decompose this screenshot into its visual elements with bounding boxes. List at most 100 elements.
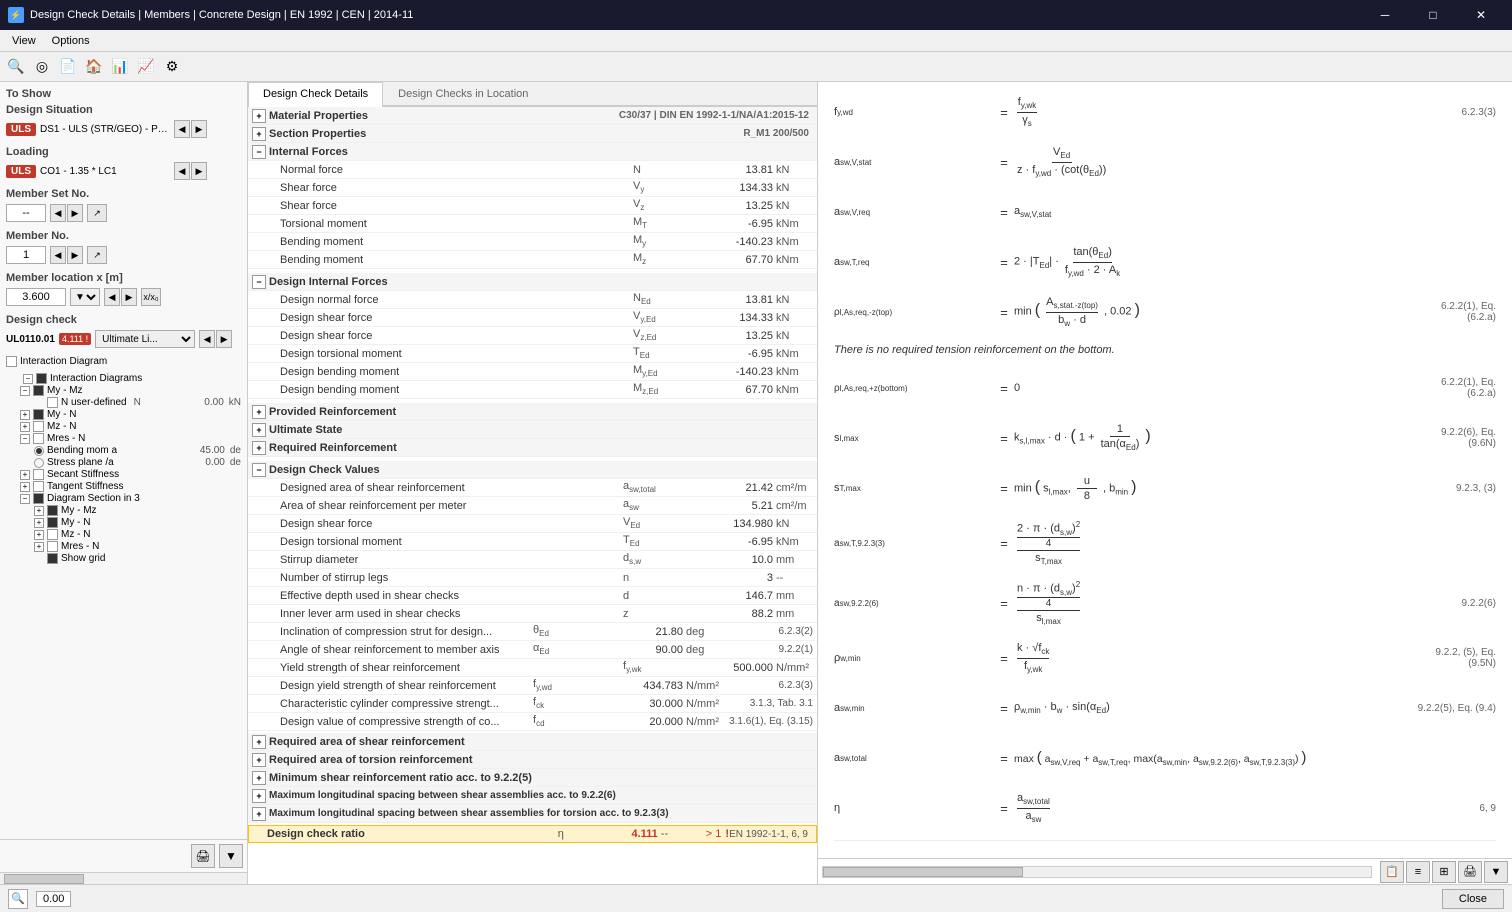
close-window-button[interactable]: ✕ — [1458, 0, 1504, 30]
diagram-collapse[interactable]: − — [20, 494, 30, 504]
dc-ratio-label: Design check ratio — [267, 828, 558, 840]
formula-btn-4[interactable]: 🖨 — [1458, 861, 1482, 883]
menu-options[interactable]: Options — [44, 33, 98, 49]
minimize-button[interactable]: ─ — [1362, 0, 1408, 30]
n-user-label: N user-defined — [61, 397, 127, 408]
close-button[interactable]: Close — [1442, 889, 1504, 909]
formula-btn-3[interactable]: ⊞ — [1432, 861, 1456, 883]
toolbar-btn-1[interactable]: 🔍 — [4, 55, 28, 79]
location-action-btn[interactable]: x/x₀ — [141, 288, 161, 306]
stress-radio[interactable] — [34, 458, 44, 468]
menu-view[interactable]: View — [4, 33, 44, 49]
location-input[interactable] — [6, 288, 66, 306]
location-prev-btn[interactable]: ◀ — [104, 288, 120, 306]
dc-ratio-result: > 1 — [706, 828, 722, 840]
provided-expand[interactable]: + — [252, 405, 266, 419]
design-check-combo[interactable]: Ultimate Li... — [95, 330, 195, 348]
toolbar-btn-3[interactable]: 📄 — [56, 55, 80, 79]
tangent-checkbox[interactable] — [33, 481, 44, 492]
mres-n-collapse[interactable]: − — [20, 434, 30, 444]
req-torsion-header: + Required area of torsion reinforcement — [248, 751, 817, 769]
formula-asw-total: asw,total = max ( asw,V,req + asw,T,req,… — [834, 740, 1496, 776]
req-shear-expand[interactable]: + — [252, 735, 266, 749]
d-my-mz-collapse[interactable]: + — [34, 506, 44, 516]
dcv-label: Design Check Values — [269, 464, 813, 476]
member-prev-btn[interactable]: ◀ — [50, 246, 66, 264]
secant-checkbox[interactable] — [33, 469, 44, 480]
d-mres-n-cb[interactable] — [47, 541, 58, 552]
design-internal-expand[interactable]: − — [252, 275, 266, 289]
member-set-action-btn[interactable]: ↗ — [87, 204, 107, 222]
ds-next-btn[interactable]: ▶ — [191, 120, 207, 138]
maximize-button[interactable]: □ — [1410, 0, 1456, 30]
req-torsion-expand[interactable]: + — [252, 753, 266, 767]
my-n-checkbox[interactable] — [33, 409, 44, 420]
mz-n-collapse[interactable]: + — [20, 422, 30, 432]
d-mres-n-collapse[interactable]: + — [34, 542, 44, 552]
int-diagrams-collapse[interactable]: − — [23, 374, 33, 384]
secant-collapse[interactable]: + — [20, 470, 30, 480]
dc-prev-btn[interactable]: ◀ — [199, 330, 215, 348]
print-btn[interactable]: 🖨 — [191, 844, 215, 868]
min-shear-expand[interactable]: + — [252, 771, 266, 785]
formula-btn-1[interactable]: 📋 — [1380, 861, 1404, 883]
my-n-collapse[interactable]: + — [20, 410, 30, 420]
formula-btn-5[interactable]: ▼ — [1484, 861, 1508, 883]
ds-prev-btn[interactable]: ◀ — [174, 120, 190, 138]
dcv-expand[interactable]: − — [252, 463, 266, 477]
location-combo[interactable]: ▼ — [70, 288, 100, 306]
my-mz-collapse[interactable]: − — [20, 386, 30, 396]
loading-prev-btn[interactable]: ◀ — [174, 162, 190, 180]
toolbar-btn-6[interactable]: 📈 — [134, 55, 158, 79]
dcv-d: Effective depth used in shear checks d 1… — [248, 587, 817, 605]
required-expand[interactable]: + — [252, 441, 266, 455]
left-hscroll[interactable] — [0, 872, 247, 884]
n-user-checkbox[interactable] — [47, 397, 58, 408]
location-next-btn[interactable]: ▶ — [121, 288, 137, 306]
loading-badge: ULS — [6, 165, 36, 178]
mres-n-checkbox[interactable] — [33, 433, 44, 444]
formula-btn-2[interactable]: ≡ — [1406, 861, 1430, 883]
toolbar-btn-7[interactable]: ⚙ — [160, 55, 184, 79]
location-label: Member location x [m] — [6, 272, 241, 284]
d-my-n-collapse[interactable]: + — [34, 518, 44, 528]
tab-location[interactable]: Design Checks in Location — [383, 82, 543, 105]
dcv-asw-total: Designed area of shear reinforcement asw… — [248, 479, 817, 497]
max-long2-expand[interactable]: + — [252, 807, 266, 821]
tangent-collapse[interactable]: + — [20, 482, 30, 492]
max-long2-label: Maximum longitudinal spacing between she… — [269, 808, 813, 819]
material-expand[interactable]: + — [252, 109, 266, 123]
toolbar-btn-5[interactable]: 📊 — [108, 55, 132, 79]
interaction-diagram-checkbox[interactable] — [6, 356, 17, 367]
mz-n-checkbox[interactable] — [33, 421, 44, 432]
d-mz-n-collapse[interactable]: + — [34, 530, 44, 540]
toolbar-btn-4[interactable]: 🏠 — [82, 55, 106, 79]
int-diagrams-checkbox[interactable] — [36, 373, 47, 384]
d-mz-n-cb[interactable] — [47, 529, 58, 540]
d-my-n-cb[interactable] — [47, 517, 58, 528]
member-set-next-btn[interactable]: ▶ — [67, 204, 83, 222]
member-input[interactable] — [6, 246, 46, 264]
toolbar-btn-2[interactable]: ◎ — [30, 55, 54, 79]
diagram-checkbox[interactable] — [33, 493, 44, 504]
section-expand[interactable]: + — [252, 127, 266, 141]
member-set-prev-btn[interactable]: ◀ — [50, 204, 66, 222]
member-next-btn[interactable]: ▶ — [67, 246, 83, 264]
design-check-code: UL0110.01 — [6, 334, 55, 345]
max-long1-expand[interactable]: + — [252, 789, 266, 803]
d-my-mz-cb[interactable] — [47, 505, 58, 516]
member-set-input[interactable] — [6, 204, 46, 222]
settings-btn[interactable]: ▼ — [219, 844, 243, 868]
member-action-btn[interactable]: ↗ — [87, 246, 107, 264]
tab-details[interactable]: Design Check Details — [248, 82, 383, 107]
search-button[interactable]: 🔍 — [8, 889, 28, 909]
dc-next-btn[interactable]: ▶ — [216, 330, 232, 348]
internal-expand[interactable]: − — [252, 145, 266, 159]
right-hscroll[interactable] — [822, 866, 1372, 878]
my-mz-checkbox[interactable] — [33, 385, 44, 396]
di-torsion: Design torsional moment TEd -6.95 kNm — [248, 345, 817, 363]
bending-radio[interactable] — [34, 446, 44, 456]
loading-next-btn[interactable]: ▶ — [191, 162, 207, 180]
ultimate-expand[interactable]: + — [252, 423, 266, 437]
show-grid-cb[interactable] — [47, 553, 58, 564]
